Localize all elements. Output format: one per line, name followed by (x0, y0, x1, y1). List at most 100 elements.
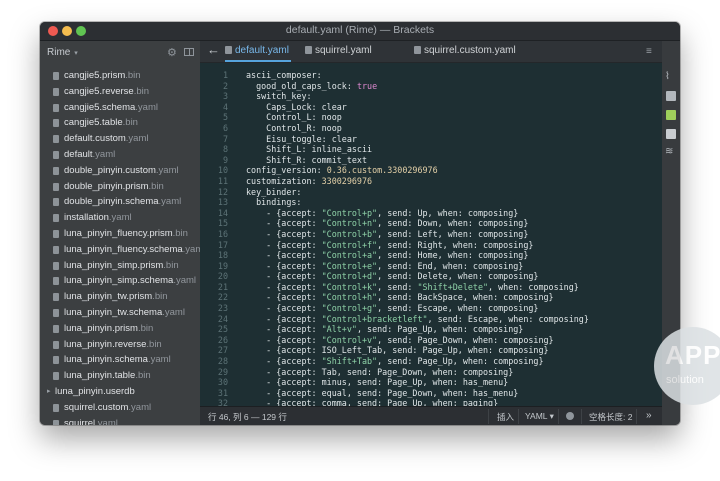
code-line: - {accept: "Control+g", send: Escape, wh… (246, 303, 539, 314)
file-item[interactable]: luna_pinyin_simp.schema.yaml (40, 273, 200, 289)
file-icon (305, 46, 312, 54)
file-item[interactable]: luna_pinyin_tw.prism.bin (40, 289, 200, 305)
file-icon (53, 324, 59, 333)
chevron-down-icon: ▾ (549, 411, 554, 421)
language-selector[interactable]: YAML ▾ (525, 411, 554, 422)
file-item[interactable]: luna_pinyin_tw.schema.yaml (40, 305, 200, 321)
file-icon (53, 293, 59, 302)
code-line: Eisu_toggle: clear (246, 133, 357, 144)
file-name: luna_pinyin_simp.schema.yaml (64, 275, 197, 287)
indent-spaces[interactable]: 空格长度: 2 (589, 411, 632, 423)
code-content[interactable]: ascii_composer: good_old_caps_lock: true… (246, 70, 658, 406)
file-icon (225, 46, 232, 54)
code-line: - {accept: "Shift+Tab", send: Page_Up, w… (246, 356, 544, 367)
gear-icon[interactable]: ⚙ (167, 46, 177, 59)
file-item[interactable]: luna_pinyin_fluency.prism.bin (40, 226, 200, 242)
file-item[interactable]: luna_pinyin_simp.prism.bin (40, 258, 200, 274)
upload-icon[interactable] (666, 129, 676, 139)
file-icon (53, 245, 59, 254)
divider (581, 409, 582, 424)
status-bar: 行 46, 列 6 — 129 行 插入 YAML ▾ 空格长度: 2 » (200, 406, 662, 425)
file-item[interactable]: double_pinyin.schema.yaml (40, 194, 200, 210)
extension-manager-icon[interactable] (666, 91, 676, 101)
file-name: cangjie5.reverse.bin (64, 85, 150, 97)
file-name: cangjie5.table.bin (64, 117, 138, 129)
code-line: - {accept: equal, send: Page_Down, when:… (246, 387, 519, 398)
project-name: Rime (47, 47, 71, 58)
more-chevron-icon[interactable]: » (646, 410, 652, 421)
code-line: ascii_composer: (246, 70, 322, 80)
line-number: 15 (217, 218, 228, 229)
line-number: 30 (217, 377, 228, 388)
line-number: 8 (222, 144, 228, 155)
file-item[interactable]: squirrel.custom.yaml (40, 400, 200, 416)
file-icon (53, 229, 59, 238)
file-name: default.yaml (64, 148, 116, 160)
line-number: 6 (222, 122, 228, 133)
brackets-window: default.yaml (Rime) — Brackets Rime ▾ ⚙ … (40, 22, 680, 425)
file-item[interactable]: cangjie5.schema.yaml (40, 100, 200, 116)
file-item[interactable]: double_pinyin.prism.bin (40, 179, 200, 195)
live-preview-icon[interactable]: ⌇ (665, 72, 675, 82)
divider (636, 409, 637, 424)
line-number: 13 (217, 197, 228, 208)
file-item[interactable]: cangjie5.reverse.bin (40, 84, 200, 100)
insert-mode-toggle[interactable]: 插入 (497, 411, 514, 423)
file-item[interactable]: default.yaml (40, 147, 200, 163)
file-icon (53, 419, 59, 425)
code-line: - {accept: "Alt+v", send: Page_Up, when:… (246, 324, 524, 335)
file-name: luna_pinyin_fluency.prism.bin (64, 227, 188, 239)
linter-status-icon[interactable] (566, 412, 574, 420)
tab-default-yaml[interactable]: default.yaml (225, 45, 291, 62)
watermark-app-text: APP (665, 340, 720, 370)
line-number: 32 (217, 398, 228, 406)
window-title: default.yaml (Rime) — Brackets (285, 24, 435, 36)
code-line: good_old_caps_lock: true (246, 80, 378, 91)
file-icon (53, 356, 59, 365)
file-item[interactable]: luna_pinyin_fluency.schema.yaml (40, 242, 200, 258)
list-menu-icon[interactable]: ≡ (646, 46, 652, 57)
file-item[interactable]: cangjie5.prism.bin (40, 68, 200, 84)
file-name: double_pinyin.custom.yaml (64, 164, 179, 176)
file-item[interactable]: luna_pinyin.table.bin (40, 368, 200, 384)
code-editor[interactable]: 1 2 3 4 5 6 7 8 9 10 11 12 13 14 15 16 17 18 19 20 21 22 23 24 2… (200, 63, 662, 406)
code-line: - {accept: "Control+n", send: Down, when… (246, 218, 529, 229)
line-number: 2 (222, 80, 228, 91)
chevron-down-icon: ▾ (72, 50, 78, 57)
code-line: - {accept: "Control+h", send: BackSpace,… (246, 292, 554, 303)
code-line: Shift_R: commit_text (246, 154, 368, 165)
file-item[interactable]: installation.yaml (40, 210, 200, 226)
back-arrow-icon[interactable]: ← (207, 42, 220, 57)
file-item[interactable]: squirrel.yaml (40, 416, 200, 425)
file-name: luna_pinyin_fluency.schema.yaml (64, 243, 200, 255)
line-number: 12 (217, 186, 228, 197)
line-number: 29 (217, 366, 228, 377)
file-item[interactable]: luna_pinyin.reverse.bin (40, 337, 200, 353)
code-line: - {accept: "Control+v", send: Page_Down,… (246, 334, 554, 345)
file-item[interactable]: luna_pinyin.schema.yaml (40, 352, 200, 368)
file-icon (53, 150, 59, 159)
file-item[interactable]: default.custom.yaml (40, 131, 200, 147)
line-number: 26 (217, 334, 228, 345)
tab-squirrel-yaml[interactable]: squirrel.yaml (305, 45, 372, 56)
gift-icon[interactable] (666, 110, 676, 120)
file-icon (53, 214, 59, 223)
file-item[interactable]: cangjie5.table.bin (40, 115, 200, 131)
project-dropdown[interactable]: Rime ▾ (47, 47, 78, 58)
code-line: - {accept: "Control+bracketleft", send: … (246, 313, 589, 324)
file-name: luna_pinyin_tw.schema.yaml (64, 306, 185, 318)
file-item[interactable]: luna_pinyin.prism.bin (40, 321, 200, 337)
watermark-sub-text: solution (666, 374, 704, 386)
tab-squirrel-custom-yaml[interactable]: squirrel.custom.yaml (414, 45, 516, 56)
divider (488, 409, 489, 424)
layers-icon[interactable]: ≋ (665, 147, 675, 157)
line-number: 19 (217, 260, 228, 271)
folder-item[interactable]: ▸ luna_pinyin.userdb (40, 384, 200, 400)
file-item[interactable]: double_pinyin.custom.yaml (40, 163, 200, 179)
split-view-icon[interactable] (184, 48, 194, 56)
file-icon (53, 308, 59, 317)
line-number: 24 (217, 313, 228, 324)
file-tree: cangjie5.prism.bin cangjie5.reverse.bin ca… (40, 68, 200, 425)
file-name: default.custom.yaml (64, 133, 149, 145)
file-name: double_pinyin.prism.bin (64, 180, 164, 192)
